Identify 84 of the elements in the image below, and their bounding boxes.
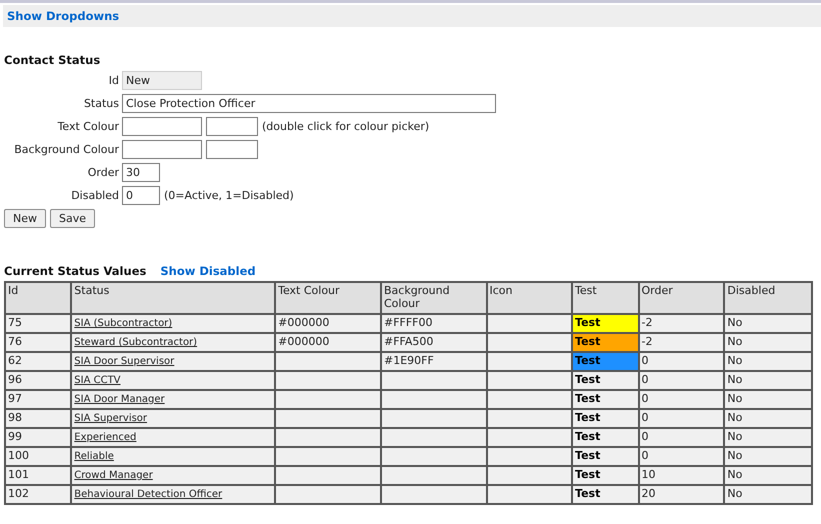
table-cell: #1E90FF — [380, 352, 486, 371]
column-header: Test — [572, 282, 639, 314]
test-cell: Test — [572, 352, 639, 371]
column-header: Disabled — [724, 282, 812, 314]
status-link[interactable]: Crowd Manager — [74, 470, 153, 481]
column-header: Text Colour — [275, 282, 381, 314]
table-cell: 101 — [5, 466, 72, 485]
table-title: Current Status Values — [4, 264, 146, 278]
table-cell: 62 — [5, 352, 72, 371]
column-header: Id — [5, 282, 72, 314]
table-cell: 0 — [638, 371, 724, 390]
hint-text: (0=Active, 1=Disabled) — [164, 189, 294, 202]
test-cell: Test — [572, 333, 639, 352]
column-header: Order — [638, 282, 724, 314]
table-cell: 0 — [638, 409, 724, 428]
table-cell: No — [724, 409, 812, 428]
table-cell: 0 — [638, 447, 724, 466]
input-field[interactable]: Close Protection Officer — [122, 94, 496, 113]
input-field[interactable]: 30 — [122, 163, 160, 182]
field-label: Order — [86, 166, 120, 179]
test-cell: Test — [572, 390, 639, 409]
table-cell: No — [724, 485, 812, 504]
form-button[interactable]: Save — [50, 209, 96, 228]
table-cell: 10 — [638, 466, 724, 485]
hint-text: (double click for colour picker) — [262, 120, 430, 133]
field-label: Background Colour — [13, 143, 120, 156]
status-link[interactable]: SIA Door Supervisor — [74, 356, 174, 367]
table-cell: 97 — [5, 390, 72, 409]
table-cell: 99 — [5, 428, 72, 447]
table-cell: No — [724, 314, 812, 333]
table-cell: 0 — [638, 352, 724, 371]
table-cell: No — [724, 390, 812, 409]
test-cell: Test — [572, 314, 639, 333]
table-cell: 75 — [5, 314, 72, 333]
table-cell: -2 — [638, 314, 724, 333]
table-cell: #FFFF00 — [380, 314, 486, 333]
status-link[interactable]: Reliable — [74, 451, 114, 462]
input-field[interactable] — [122, 140, 202, 159]
status-link[interactable]: SIA (Subcontractor) — [74, 318, 172, 329]
column-header: Background Colour — [380, 282, 486, 314]
test-cell: Test — [572, 447, 639, 466]
status-link[interactable]: Behavioural Detection Officer — [74, 489, 222, 500]
input-field[interactable] — [122, 117, 202, 136]
field-label: Disabled — [70, 189, 120, 202]
status-link[interactable]: Experienced — [74, 432, 136, 443]
table-cell: 20 — [638, 485, 724, 504]
table-cell: 0 — [638, 390, 724, 409]
table-cell: No — [724, 466, 812, 485]
table-cell: 98 — [5, 409, 72, 428]
table-cell: 76 — [5, 333, 72, 352]
test-cell: Test — [572, 428, 639, 447]
show-dropdowns-link[interactable]: Show Dropdowns — [7, 9, 120, 23]
input-field[interactable]: 0 — [122, 186, 160, 205]
input-field[interactable]: New — [122, 71, 202, 90]
table-cell: No — [724, 352, 812, 371]
test-cell: Test — [572, 371, 639, 390]
input-field[interactable] — [206, 117, 258, 136]
section-title: Contact Status — [4, 53, 102, 67]
table-cell: 100 — [5, 447, 72, 466]
form-button[interactable]: New — [4, 209, 46, 228]
table-cell: #000000 — [275, 314, 381, 333]
table-cell: No — [724, 428, 812, 447]
table-cell: 96 — [5, 371, 72, 390]
test-cell: Test — [572, 409, 639, 428]
column-header: Icon — [486, 282, 572, 314]
status-link[interactable]: SIA Door Manager — [74, 394, 165, 405]
table-cell: No — [724, 371, 812, 390]
input-field[interactable] — [206, 140, 258, 159]
table-cell: #FFA500 — [380, 333, 486, 352]
status-link[interactable]: SIA CCTV — [74, 375, 121, 386]
table-cell: 0 — [638, 428, 724, 447]
field-label: Text Colour — [56, 120, 120, 133]
table-cell: 102 — [5, 485, 72, 504]
test-cell: Test — [572, 466, 639, 485]
status-link[interactable]: SIA Supervisor — [74, 413, 148, 424]
field-label: Id — [108, 74, 120, 87]
table-cell: No — [724, 447, 812, 466]
table-cell: #000000 — [275, 333, 381, 352]
column-header: Status — [71, 282, 276, 314]
table-cell: -2 — [638, 333, 724, 352]
field-label: Status — [82, 97, 120, 110]
test-cell: Test — [572, 485, 639, 504]
table-cell: No — [724, 333, 812, 352]
status-link[interactable]: Steward (Subcontractor) — [74, 337, 198, 348]
